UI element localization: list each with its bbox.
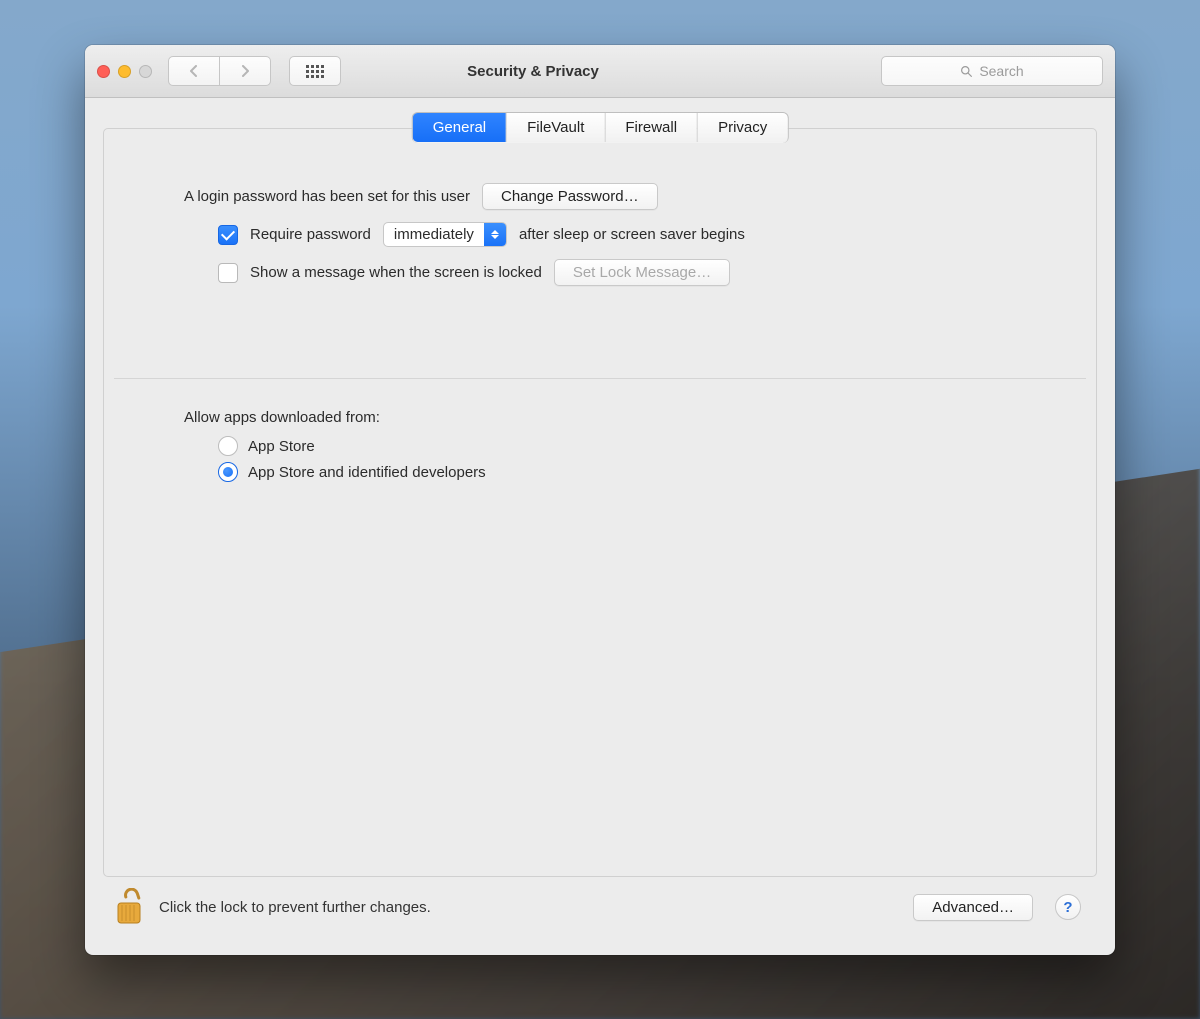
advanced-button[interactable]: Advanced… bbox=[913, 894, 1033, 921]
radio-appstore-label: App Store bbox=[248, 438, 315, 455]
zoom-window-button bbox=[139, 65, 152, 78]
show-message-checkbox[interactable] bbox=[218, 263, 238, 283]
close-window-button[interactable] bbox=[97, 65, 110, 78]
login-password-section: A login password has been set for this u… bbox=[104, 153, 1096, 318]
require-password-checkbox[interactable] bbox=[218, 225, 238, 245]
require-password-label-after: after sleep or screen saver begins bbox=[519, 226, 745, 243]
tab-general[interactable]: General bbox=[413, 113, 507, 142]
login-password-info: A login password has been set for this u… bbox=[184, 188, 470, 205]
window-titlebar: Security & Privacy Search bbox=[85, 45, 1115, 98]
gatekeeper-option-appstore[interactable]: App Store bbox=[218, 436, 1016, 456]
window-footer: Click the lock to prevent further change… bbox=[103, 877, 1097, 943]
preferences-window: Security & Privacy Search General FileVa… bbox=[85, 45, 1115, 955]
tab-filevault[interactable]: FileVault bbox=[507, 113, 605, 142]
tab-firewall[interactable]: Firewall bbox=[605, 113, 698, 142]
desktop-background: Security & Privacy Search General FileVa… bbox=[0, 0, 1200, 1019]
require-password-delay-select[interactable]: immediately bbox=[383, 222, 507, 247]
radio-identified-label: App Store and identified developers bbox=[248, 464, 486, 481]
search-icon bbox=[960, 65, 973, 78]
window-controls bbox=[97, 65, 160, 78]
show-message-label: Show a message when the screen is locked bbox=[250, 264, 542, 281]
lock-button[interactable] bbox=[111, 888, 147, 926]
lock-hint-text: Click the lock to prevent further change… bbox=[159, 899, 901, 916]
help-button[interactable]: ? bbox=[1055, 894, 1081, 920]
require-password-delay-value: immediately bbox=[384, 223, 484, 246]
login-password-row: A login password has been set for this u… bbox=[184, 183, 1016, 210]
radio-identified-developers[interactable] bbox=[218, 462, 238, 482]
tab-privacy[interactable]: Privacy bbox=[698, 113, 787, 142]
require-password-label-before: Require password bbox=[250, 226, 371, 243]
select-stepper-icon bbox=[484, 223, 506, 246]
window-title: Security & Privacy bbox=[193, 63, 873, 80]
tab-bar: General FileVault Firewall Privacy bbox=[413, 113, 788, 142]
set-lock-message-button: Set Lock Message… bbox=[554, 259, 730, 286]
window-content: General FileVault Firewall Privacy A log… bbox=[85, 98, 1115, 955]
change-password-button[interactable]: Change Password… bbox=[482, 183, 658, 210]
require-password-row: Require password immediately after sleep… bbox=[184, 222, 1016, 247]
gatekeeper-option-identified[interactable]: App Store and identified developers bbox=[218, 462, 1016, 482]
minimize-window-button[interactable] bbox=[118, 65, 131, 78]
settings-panel: General FileVault Firewall Privacy A log… bbox=[103, 128, 1097, 877]
search-placeholder: Search bbox=[979, 63, 1023, 79]
gatekeeper-heading: Allow apps downloaded from: bbox=[184, 409, 1016, 426]
search-input[interactable]: Search bbox=[881, 56, 1103, 86]
gatekeeper-section: Allow apps downloaded from: App Store Ap… bbox=[104, 379, 1096, 508]
lock-open-icon bbox=[114, 888, 144, 926]
show-message-row: Show a message when the screen is locked… bbox=[184, 259, 1016, 286]
radio-appstore[interactable] bbox=[218, 436, 238, 456]
